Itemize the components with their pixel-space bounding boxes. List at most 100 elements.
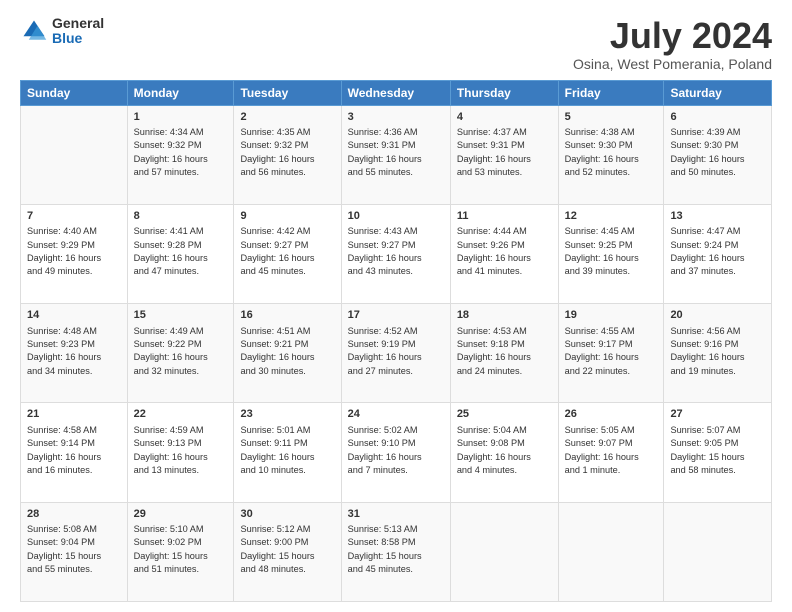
- day-info: Sunrise: 4:42 AM Sunset: 9:27 PM Dayligh…: [240, 225, 334, 278]
- day-info: Sunrise: 4:34 AM Sunset: 9:32 PM Dayligh…: [134, 126, 228, 179]
- title-block: July 2024 Osina, West Pomerania, Poland: [573, 16, 772, 72]
- table-row: 28Sunrise: 5:08 AM Sunset: 9:04 PM Dayli…: [21, 502, 128, 601]
- col-sunday: Sunday: [21, 80, 128, 105]
- day-info: Sunrise: 4:41 AM Sunset: 9:28 PM Dayligh…: [134, 225, 228, 278]
- table-row: 18 Sunrise: 4:53 AM Sunset: 9:18 PM Dayli…: [450, 304, 558, 403]
- col-friday: Friday: [558, 80, 664, 105]
- day-number: 24: [348, 407, 444, 422]
- table-row: 24 Sunrise: 5:02 AM Sunset: 9:10 PM Dayli…: [341, 403, 450, 502]
- table-row: [21, 105, 128, 204]
- table-row: 5Sunrise: 4:38 AM Sunset: 9:30 PM Daylig…: [558, 105, 664, 204]
- day-info: Sunrise: 4:59 AM Sunset: 9:13 PM Dayligh…: [134, 424, 228, 477]
- table-row: 13Sunrise: 4:47 AM Sunset: 9:24 PM Dayli…: [664, 204, 772, 303]
- day-info: Sunrise: 4:58 AM Sunset: 9:14 PM Dayligh…: [27, 424, 121, 477]
- table-row: 10Sunrise: 4:43 AM Sunset: 9:27 PM Dayli…: [341, 204, 450, 303]
- day-info: Sunrise: 5:05 AM Sunset: 9:07 PM Dayligh…: [565, 424, 658, 477]
- day-info: Sunrise: 5:13 AM Sunset: 8:58 PM Dayligh…: [348, 523, 444, 576]
- day-number: 23: [240, 407, 334, 422]
- table-row: 4Sunrise: 4:37 AM Sunset: 9:31 PM Daylig…: [450, 105, 558, 204]
- table-row: 27 Sunrise: 5:07 AM Sunset: 9:05 PM Dayli…: [664, 403, 772, 502]
- day-number: 15: [134, 308, 228, 323]
- day-info: Sunrise: 4:39 AM Sunset: 9:30 PM Dayligh…: [670, 126, 765, 179]
- day-number: 10: [348, 209, 444, 224]
- day-info: Sunrise: 4:38 AM Sunset: 9:30 PM Dayligh…: [565, 126, 658, 179]
- logo: General Blue: [20, 16, 104, 47]
- day-number: 12: [565, 209, 658, 224]
- day-info: Sunrise: 4:53 AM Sunset: 9:18 PM Dayligh…: [457, 325, 552, 378]
- day-info: Sunrise: 4:55 AM Sunset: 9:17 PM Dayligh…: [565, 325, 658, 378]
- day-info: Sunrise: 4:36 AM Sunset: 9:31 PM Dayligh…: [348, 126, 444, 179]
- table-row: 16Sunrise: 4:51 AM Sunset: 9:21 PM Dayli…: [234, 304, 341, 403]
- day-info: Sunrise: 4:40 AM Sunset: 9:29 PM Dayligh…: [27, 225, 121, 278]
- day-number: 31: [348, 507, 444, 522]
- table-row: 22Sunrise: 4:59 AM Sunset: 9:13 PM Dayli…: [127, 403, 234, 502]
- table-row: 3Sunrise: 4:36 AM Sunset: 9:31 PM Daylig…: [341, 105, 450, 204]
- day-info: Sunrise: 5:08 AM Sunset: 9:04 PM Dayligh…: [27, 523, 121, 576]
- col-monday: Monday: [127, 80, 234, 105]
- subtitle: Osina, West Pomerania, Poland: [573, 56, 772, 72]
- col-tuesday: Tuesday: [234, 80, 341, 105]
- day-number: 27: [670, 407, 765, 422]
- table-row: [664, 502, 772, 601]
- table-row: 14Sunrise: 4:48 AM Sunset: 9:23 PM Dayli…: [21, 304, 128, 403]
- day-info: Sunrise: 5:04 AM Sunset: 9:08 PM Dayligh…: [457, 424, 552, 477]
- day-number: 4: [457, 110, 552, 125]
- calendar-week-row: 14Sunrise: 4:48 AM Sunset: 9:23 PM Dayli…: [21, 304, 772, 403]
- day-number: 20: [670, 308, 765, 323]
- day-number: 1: [134, 110, 228, 125]
- table-row: 31Sunrise: 5:13 AM Sunset: 8:58 PM Dayli…: [341, 502, 450, 601]
- day-number: 14: [27, 308, 121, 323]
- logo-text: General Blue: [52, 16, 104, 47]
- day-number: 16: [240, 308, 334, 323]
- calendar-header-row: Sunday Monday Tuesday Wednesday Thursday…: [21, 80, 772, 105]
- table-row: [558, 502, 664, 601]
- table-row: 26Sunrise: 5:05 AM Sunset: 9:07 PM Dayli…: [558, 403, 664, 502]
- day-number: 11: [457, 209, 552, 224]
- day-info: Sunrise: 4:43 AM Sunset: 9:27 PM Dayligh…: [348, 225, 444, 278]
- day-info: Sunrise: 4:52 AM Sunset: 9:19 PM Dayligh…: [348, 325, 444, 378]
- day-number: 7: [27, 209, 121, 224]
- calendar-week-row: 7Sunrise: 4:40 AM Sunset: 9:29 PM Daylig…: [21, 204, 772, 303]
- calendar-table: Sunday Monday Tuesday Wednesday Thursday…: [20, 80, 772, 602]
- day-number: 25: [457, 407, 552, 422]
- page-header: General Blue July 2024 Osina, West Pomer…: [20, 16, 772, 72]
- table-row: 9Sunrise: 4:42 AM Sunset: 9:27 PM Daylig…: [234, 204, 341, 303]
- day-number: 19: [565, 308, 658, 323]
- table-row: 19 Sunrise: 4:55 AM Sunset: 9:17 PM Dayli…: [558, 304, 664, 403]
- day-info: Sunrise: 4:47 AM Sunset: 9:24 PM Dayligh…: [670, 225, 765, 278]
- day-info: Sunrise: 4:35 AM Sunset: 9:32 PM Dayligh…: [240, 126, 334, 179]
- main-title: July 2024: [573, 16, 772, 56]
- table-row: 15Sunrise: 4:49 AM Sunset: 9:22 PM Dayli…: [127, 304, 234, 403]
- table-row: 17Sunrise: 4:52 AM Sunset: 9:19 PM Dayli…: [341, 304, 450, 403]
- day-info: Sunrise: 5:01 AM Sunset: 9:11 PM Dayligh…: [240, 424, 334, 477]
- day-number: 21: [27, 407, 121, 422]
- logo-general: General: [52, 16, 104, 31]
- day-number: 8: [134, 209, 228, 224]
- table-row: 29Sunrise: 5:10 AM Sunset: 9:02 PM Dayli…: [127, 502, 234, 601]
- table-row: 12Sunrise: 4:45 AM Sunset: 9:25 PM Dayli…: [558, 204, 664, 303]
- col-thursday: Thursday: [450, 80, 558, 105]
- day-info: Sunrise: 5:07 AM Sunset: 9:05 PM Dayligh…: [670, 424, 765, 477]
- table-row: 21 Sunrise: 4:58 AM Sunset: 9:14 PM Dayli…: [21, 403, 128, 502]
- table-row: 6Sunrise: 4:39 AM Sunset: 9:30 PM Daylig…: [664, 105, 772, 204]
- day-number: 13: [670, 209, 765, 224]
- day-number: 30: [240, 507, 334, 522]
- calendar-week-row: 28Sunrise: 5:08 AM Sunset: 9:04 PM Dayli…: [21, 502, 772, 601]
- table-row: [450, 502, 558, 601]
- day-number: 6: [670, 110, 765, 125]
- day-info: Sunrise: 4:45 AM Sunset: 9:25 PM Dayligh…: [565, 225, 658, 278]
- logo-blue: Blue: [52, 31, 104, 46]
- day-info: Sunrise: 4:56 AM Sunset: 9:16 PM Dayligh…: [670, 325, 765, 378]
- table-row: 30Sunrise: 5:12 AM Sunset: 9:00 PM Dayli…: [234, 502, 341, 601]
- day-info: Sunrise: 5:12 AM Sunset: 9:00 PM Dayligh…: [240, 523, 334, 576]
- day-number: 28: [27, 507, 121, 522]
- table-row: 7Sunrise: 4:40 AM Sunset: 9:29 PM Daylig…: [21, 204, 128, 303]
- day-number: 18: [457, 308, 552, 323]
- day-info: Sunrise: 4:44 AM Sunset: 9:26 PM Dayligh…: [457, 225, 552, 278]
- col-wednesday: Wednesday: [341, 80, 450, 105]
- table-row: 1Sunrise: 4:34 AM Sunset: 9:32 PM Daylig…: [127, 105, 234, 204]
- logo-icon: [20, 17, 48, 45]
- day-number: 3: [348, 110, 444, 125]
- calendar-week-row: 21 Sunrise: 4:58 AM Sunset: 9:14 PM Dayli…: [21, 403, 772, 502]
- day-info: Sunrise: 5:02 AM Sunset: 9:10 PM Dayligh…: [348, 424, 444, 477]
